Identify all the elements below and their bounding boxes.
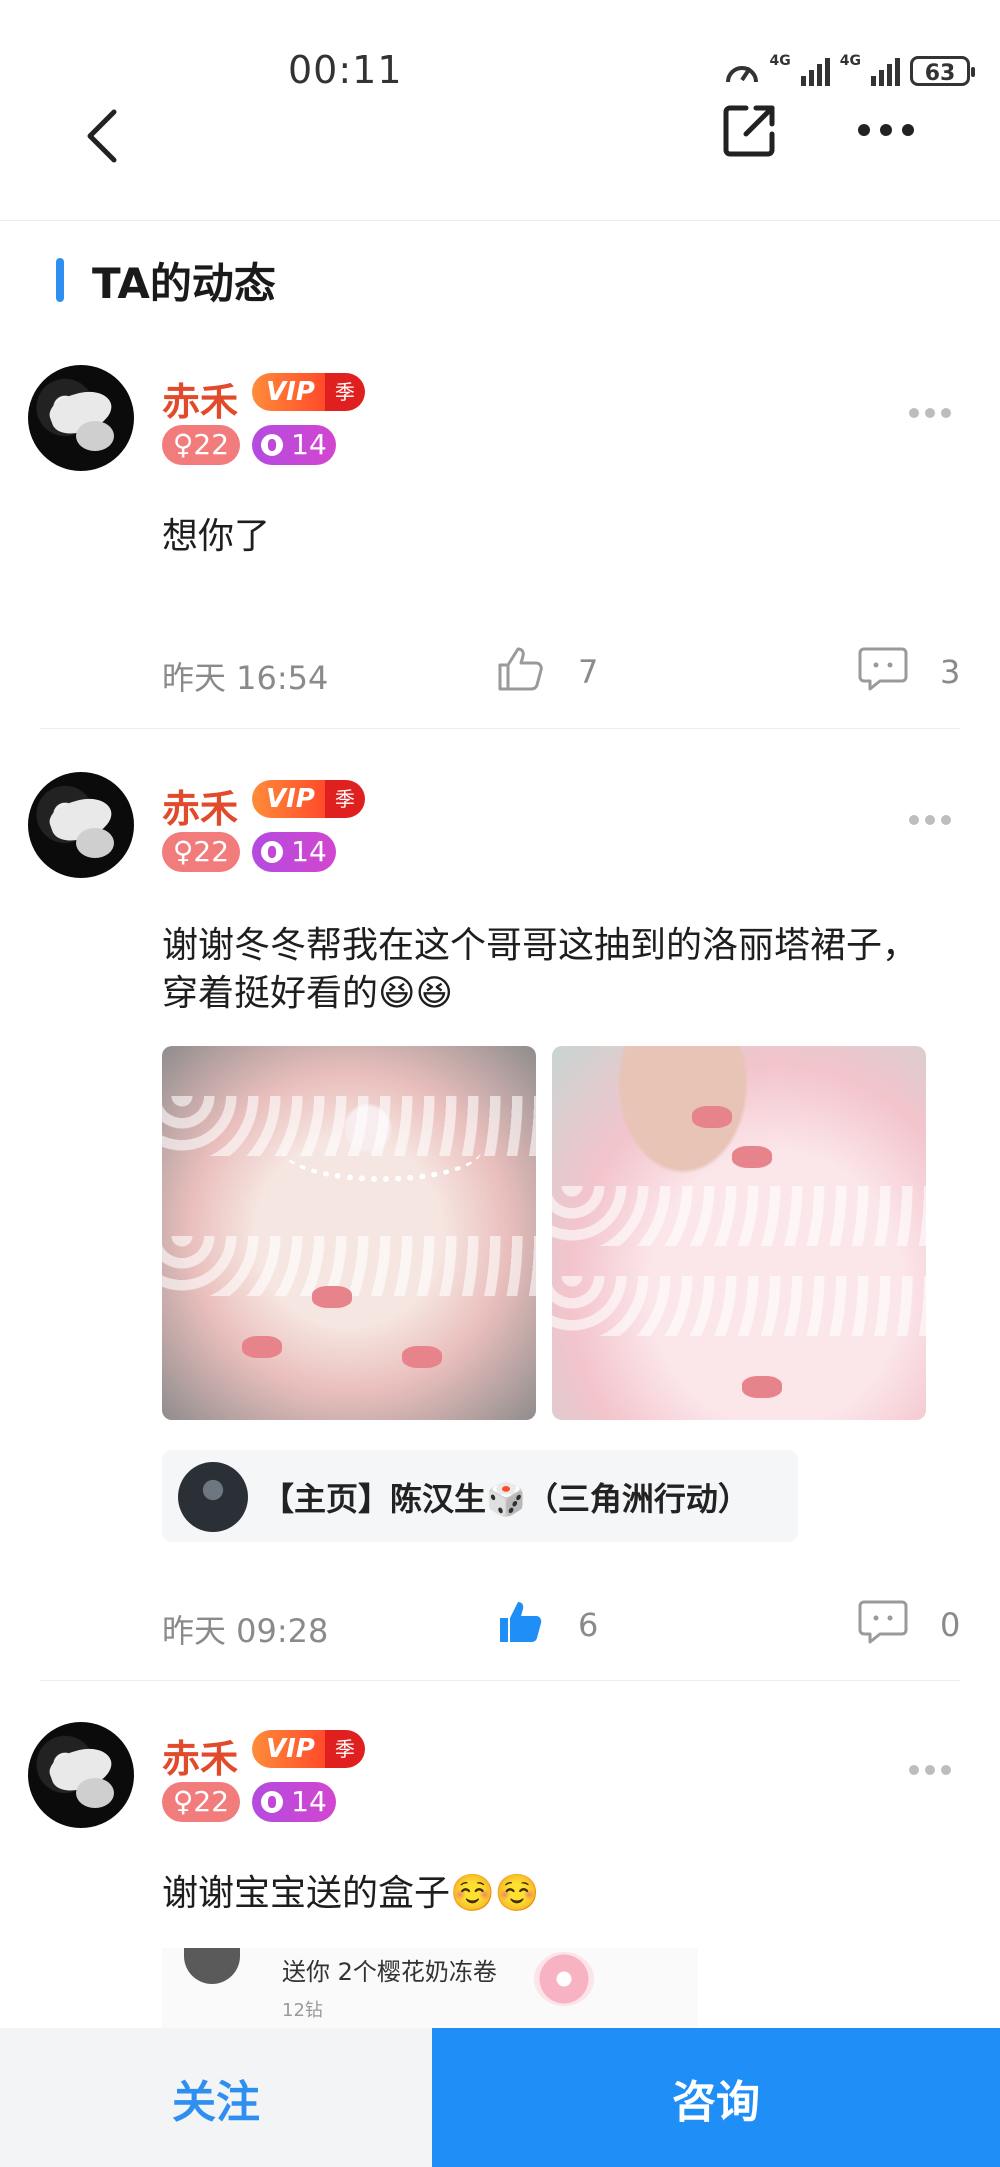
speed-icon <box>725 66 758 83</box>
avatar[interactable] <box>28 365 134 471</box>
season-label: 季 <box>324 780 365 818</box>
consult-button[interactable]: 咨询 <box>432 2028 1000 2167</box>
username[interactable]: 赤禾 <box>162 371 238 426</box>
bottom-action-bar: 关注 咨询 <box>0 2028 1000 2167</box>
level-value: 14 <box>291 1785 327 1818</box>
post-meta: 昨天 09:28 6 0 <box>162 1598 962 1650</box>
vip-badge: VIP 季 <box>252 373 365 411</box>
status-bar: 00:11 4G 4G 63 <box>0 0 1000 100</box>
back-icon[interactable] <box>80 106 124 166</box>
nav-bar <box>0 100 1000 221</box>
comment-icon[interactable] <box>858 1598 908 1646</box>
comment-count: 0 <box>940 1606 961 1644</box>
avatar[interactable] <box>28 1722 134 1828</box>
thumbs-up-icon-active[interactable] <box>496 1598 544 1646</box>
more-icon[interactable] <box>856 122 916 138</box>
gender-age-badge: ♀22 <box>162 425 240 465</box>
level-icon <box>261 434 284 456</box>
season-label: 季 <box>324 1730 365 1768</box>
like-count: 7 <box>578 653 599 691</box>
signal-icon-2 <box>871 56 900 86</box>
status-icons: 4G 4G 63 <box>724 53 975 86</box>
gift-sender-avatar <box>184 1948 240 1984</box>
post-more-icon[interactable] <box>908 814 952 826</box>
gift-text: 送你 2个樱花奶冻卷 <box>282 1958 497 1986</box>
comment-icon[interactable] <box>858 645 908 693</box>
link-avatar <box>178 1462 248 1532</box>
post-text: 想你了 <box>162 516 271 557</box>
level-badge: 14 <box>252 425 336 465</box>
level-value: 14 <box>291 835 327 868</box>
post-more-icon[interactable] <box>908 407 952 419</box>
post-photo-2[interactable] <box>552 1046 926 1420</box>
comment-count: 3 <box>940 653 961 691</box>
season-label: 季 <box>324 373 365 411</box>
follow-button[interactable]: 关注 <box>0 2028 432 2167</box>
section-title: TA的动态 <box>92 258 276 308</box>
thumbs-up-icon[interactable] <box>496 645 544 693</box>
vip-badge: VIP 季 <box>252 1730 365 1768</box>
level-value: 14 <box>291 428 327 461</box>
vip-label: VIP <box>252 373 325 411</box>
network-label-1: 4G <box>769 53 791 69</box>
post-text: 谢谢冬冬帮我在这个哥哥这抽到的洛丽塔裙子，穿着挺好看的😆😆 <box>162 925 919 1014</box>
post-divider <box>40 728 960 729</box>
post-more-icon[interactable] <box>908 1764 952 1776</box>
post-divider <box>40 1680 960 1681</box>
section-header: TA的动态 <box>56 255 276 308</box>
gift-price: 12钻 <box>282 2000 323 2021</box>
level-badge: 14 <box>252 1782 336 1822</box>
level-icon <box>261 1791 284 1813</box>
gender-age-badge: ♀22 <box>162 1782 240 1822</box>
signal-icon-1 <box>800 56 830 86</box>
vip-label: VIP <box>252 1730 325 1768</box>
level-badge: 14 <box>252 832 336 872</box>
share-icon[interactable] <box>720 100 780 160</box>
gift-card[interactable]: 送你 2个樱花奶冻卷 12钻 <box>162 1948 698 2028</box>
post-time: 昨天 16:54 <box>162 659 329 697</box>
gift-roll-cake-icon <box>534 1952 594 2006</box>
battery-icon: 63 <box>910 56 975 86</box>
avatar[interactable] <box>28 772 134 878</box>
vip-badge: VIP 季 <box>252 780 365 818</box>
post-meta: 昨天 16:54 7 3 <box>162 645 962 697</box>
username[interactable]: 赤禾 <box>162 1728 238 1783</box>
section-accent-bar <box>56 258 64 302</box>
link-text: 【主页】陈汉生🎲（三角洲行动） <box>262 1480 750 1518</box>
post-text: 谢谢宝宝送的盒子☺️☺️ <box>162 1873 540 1914</box>
vip-label: VIP <box>252 780 325 818</box>
gender-age-badge: ♀22 <box>162 832 240 872</box>
network-label-2: 4G <box>839 53 861 69</box>
level-icon <box>261 841 284 863</box>
post-time: 昨天 09:28 <box>162 1612 329 1650</box>
like-count: 6 <box>578 1606 599 1644</box>
profile-link-card[interactable]: 【主页】陈汉生🎲（三角洲行动） <box>162 1450 798 1542</box>
post-photo-1[interactable] <box>162 1046 536 1420</box>
username[interactable]: 赤禾 <box>162 778 238 833</box>
status-time: 00:11 <box>288 48 403 92</box>
